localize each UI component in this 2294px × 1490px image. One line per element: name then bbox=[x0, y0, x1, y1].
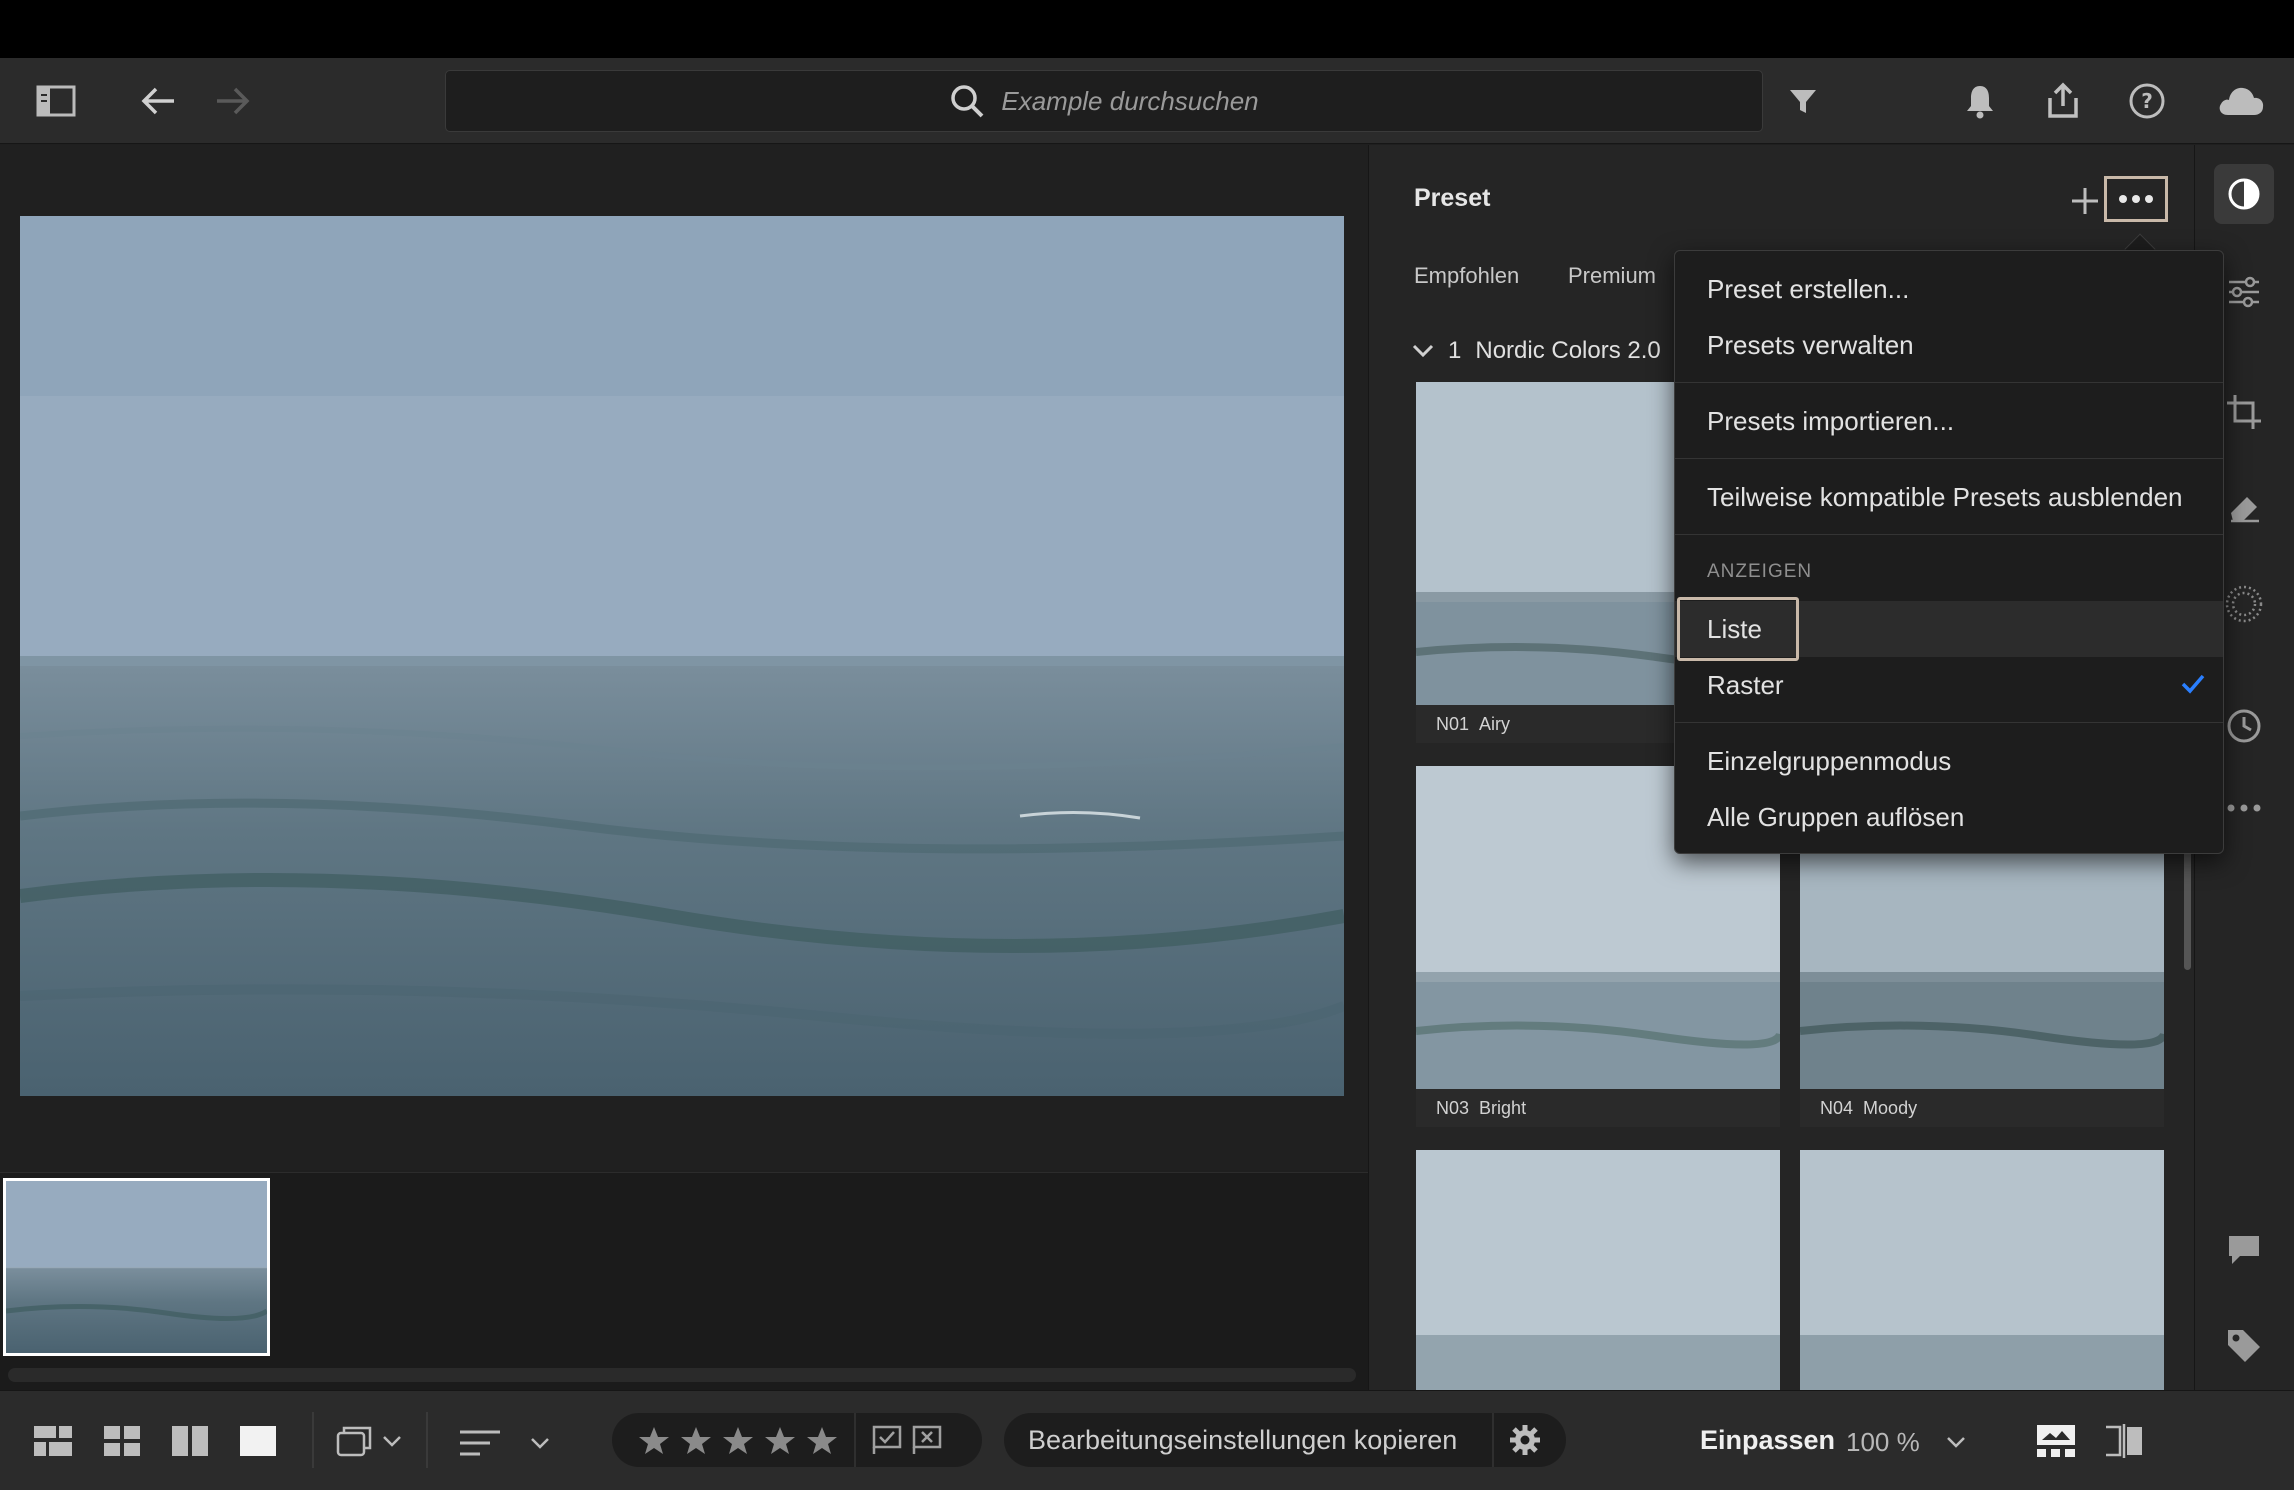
single-view-icon[interactable] bbox=[240, 1426, 276, 1456]
chevron-down-icon bbox=[1412, 344, 1434, 358]
search-icon bbox=[949, 83, 985, 119]
menu-section-header: ANZEIGEN bbox=[1707, 561, 1813, 582]
sort-menu-button[interactable] bbox=[460, 1428, 550, 1458]
menu-item-single-group-mode[interactable]: Einzelgruppenmodus bbox=[1675, 733, 2223, 789]
star-icon[interactable] bbox=[680, 1425, 712, 1455]
stack-icon bbox=[336, 1424, 372, 1458]
stack-menu-button[interactable] bbox=[336, 1424, 402, 1458]
pill-divider bbox=[854, 1413, 856, 1467]
group-count: 1 bbox=[1448, 337, 1462, 364]
sidebar-toggle-icon[interactable] bbox=[26, 71, 86, 131]
tab-premium[interactable]: Premium bbox=[1568, 263, 1656, 289]
star-icon[interactable] bbox=[638, 1425, 670, 1455]
filmstrip-scrollbar[interactable] bbox=[8, 1368, 1356, 1382]
menu-item-hide-partial-compatible[interactable]: Teilweise kompatible Presets ausblenden bbox=[1675, 469, 2223, 525]
comment-icon[interactable] bbox=[2214, 1220, 2274, 1280]
forward-arrow-icon[interactable] bbox=[203, 71, 263, 131]
chevron-down-icon bbox=[530, 1437, 550, 1449]
preset-tile[interactable] bbox=[1416, 1150, 1780, 1390]
plus-icon[interactable] bbox=[2068, 184, 2102, 218]
search-input[interactable]: Example durchsuchen bbox=[445, 70, 1763, 132]
star-icon[interactable] bbox=[806, 1425, 838, 1455]
flag-icon[interactable] bbox=[872, 1425, 902, 1455]
back-arrow-icon[interactable] bbox=[128, 71, 188, 131]
toolbar-divider bbox=[312, 1412, 314, 1468]
sort-icon bbox=[460, 1428, 500, 1458]
compare-icon[interactable] bbox=[172, 1426, 208, 1456]
help-icon[interactable]: ? bbox=[2117, 71, 2177, 131]
focus-ring bbox=[1677, 597, 1799, 661]
rating-flag-group bbox=[612, 1413, 982, 1467]
menu-item-manage-presets[interactable]: Presets verwalten bbox=[1675, 317, 2223, 373]
fit-zoom-button[interactable]: Einpassen bbox=[1700, 1425, 1835, 1456]
chevron-down-icon bbox=[382, 1435, 402, 1447]
zoom-level[interactable]: 100 % bbox=[1846, 1427, 1920, 1458]
preset-caption: N03 Bright bbox=[1416, 1089, 1780, 1127]
preset-caption: N04 Moody bbox=[1800, 1089, 2164, 1127]
preset-tile[interactable] bbox=[1800, 1150, 2164, 1390]
chevron-down-icon[interactable] bbox=[1946, 1436, 1966, 1448]
ellipsis-icon[interactable] bbox=[2104, 176, 2168, 222]
tab-empfohlen[interactable]: Empfohlen bbox=[1414, 263, 1519, 289]
toolbar-divider bbox=[426, 1412, 428, 1468]
filmstrip-thumbnail[interactable] bbox=[3, 1178, 270, 1356]
filter-icon[interactable] bbox=[1773, 71, 1833, 131]
tag-icon[interactable] bbox=[2214, 1316, 2274, 1376]
gear-icon[interactable] bbox=[1494, 1423, 1542, 1457]
star-icon[interactable] bbox=[764, 1425, 796, 1455]
menu-separator bbox=[1675, 534, 2223, 535]
checkmark-icon bbox=[2181, 673, 2205, 695]
menu-item-collapse-all-groups[interactable]: Alle Gruppen auflösen bbox=[1675, 789, 2223, 845]
preset-preview bbox=[1800, 1150, 2164, 1390]
preset-preview bbox=[1416, 1150, 1780, 1390]
photo-grid-icon[interactable] bbox=[34, 1426, 72, 1456]
menu-item-view-grid[interactable]: Raster bbox=[1675, 657, 2223, 713]
star-icon[interactable] bbox=[722, 1425, 754, 1455]
split-view-icon[interactable] bbox=[2104, 1424, 2144, 1458]
filmstrip-icon[interactable] bbox=[2036, 1424, 2076, 1458]
share-icon[interactable] bbox=[2033, 71, 2093, 131]
menu-item-create-preset[interactable]: Preset erstellen... bbox=[1675, 261, 2223, 317]
menu-separator bbox=[1675, 458, 2223, 459]
menu-separator bbox=[1675, 382, 2223, 383]
reject-flag-icon[interactable] bbox=[912, 1425, 942, 1455]
preset-group-header[interactable]: 1 Nordic Colors 2.0 bbox=[1412, 337, 1661, 365]
square-grid-icon[interactable] bbox=[104, 1426, 140, 1456]
presets-icon[interactable] bbox=[2214, 164, 2274, 224]
copy-settings-group: Bearbeitungseinstellungen kopieren bbox=[1004, 1413, 1566, 1467]
main-photo bbox=[20, 216, 1344, 1096]
panel-title: Preset bbox=[1414, 184, 1491, 212]
group-name: Nordic Colors 2.0 bbox=[1475, 337, 1661, 364]
preset-options-menu: Preset erstellen... Presets verwalten Pr… bbox=[1674, 250, 2224, 854]
menu-item-import-presets[interactable]: Presets importieren... bbox=[1675, 393, 2223, 449]
search-placeholder: Example durchsuchen bbox=[1001, 85, 1259, 116]
svg-text:?: ? bbox=[2141, 89, 2153, 113]
menu-separator bbox=[1675, 722, 2223, 723]
menu-item-view-list[interactable]: Liste bbox=[1675, 597, 2223, 661]
window-titlebar bbox=[0, 0, 2294, 58]
bell-icon[interactable] bbox=[1950, 71, 2010, 131]
cloud-icon[interactable] bbox=[2211, 71, 2271, 131]
copy-settings-button[interactable]: Bearbeitungseinstellungen kopieren bbox=[1004, 1425, 1492, 1456]
